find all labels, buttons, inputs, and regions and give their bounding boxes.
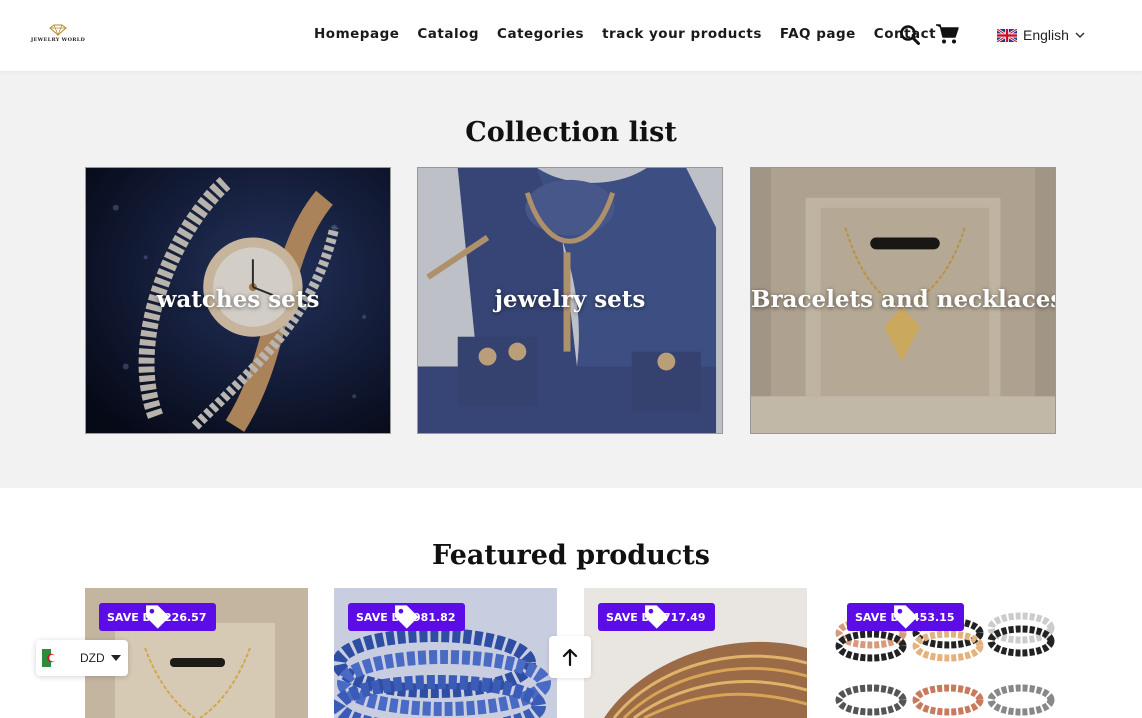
site-header: JEWELRY WORLD Homepage Catalog Categorie… — [0, 0, 1142, 71]
discount-badge: SAVE DA 453.15 — [847, 603, 965, 631]
collection-card-label: Bracelets and necklaces — [751, 286, 1056, 313]
algeria-flag-icon — [42, 649, 60, 667]
tag-icon — [146, 605, 170, 629]
currency-code: DZD — [80, 651, 105, 665]
discount-badge: SAVE DA 717.49 — [598, 603, 716, 631]
currency-selector[interactable]: DZD — [36, 640, 128, 676]
uk-flag-icon — [997, 28, 1017, 42]
collection-card-jewelry-sets[interactable]: jewelry sets — [417, 167, 723, 434]
nav-track-products[interactable]: track your products — [593, 26, 771, 42]
featured-title: Featured products — [432, 540, 710, 571]
nav-faq[interactable]: FAQ page — [771, 26, 865, 42]
product-card[interactable]: SAVE DA 717.49 — [584, 588, 807, 718]
diamond-logo-icon — [49, 24, 67, 36]
discount-badge: SAVE DA 226.57 — [99, 603, 217, 631]
search-icon[interactable] — [899, 24, 921, 46]
logo[interactable]: JEWELRY WORLD — [30, 24, 86, 46]
collection-title: Collection list — [465, 117, 677, 148]
scroll-to-top-button[interactable] — [549, 636, 591, 678]
cart-icon[interactable] — [935, 23, 959, 45]
discount-badge: SAVE DA 981.82 — [348, 603, 466, 631]
logo-text: JEWELRY WORLD — [30, 37, 86, 43]
main-nav: Homepage Catalog Categories track your p… — [305, 26, 945, 42]
arrow-up-icon — [562, 648, 578, 666]
collection-card-label: watches sets — [156, 286, 320, 313]
product-card[interactable]: SAVE DA 453.15 — [833, 588, 1056, 718]
collection-card-watches[interactable]: watches sets — [85, 167, 391, 434]
nav-catalog[interactable]: Catalog — [408, 26, 488, 42]
nav-categories[interactable]: Categories — [488, 26, 593, 42]
language-selector[interactable]: English — [997, 27, 1085, 43]
product-card[interactable]: SAVE DA 981.82 — [334, 588, 557, 718]
tag-icon — [395, 605, 419, 629]
language-label: English — [1023, 27, 1069, 43]
nav-homepage[interactable]: Homepage — [305, 26, 408, 42]
chevron-down-icon — [1075, 31, 1085, 38]
caret-down-icon — [110, 655, 121, 661]
collection-card-label: jewelry sets — [494, 286, 646, 313]
collection-card-bracelets-necklaces[interactable]: Bracelets and necklaces — [750, 167, 1056, 434]
tag-icon — [645, 605, 669, 629]
tag-icon — [894, 605, 918, 629]
